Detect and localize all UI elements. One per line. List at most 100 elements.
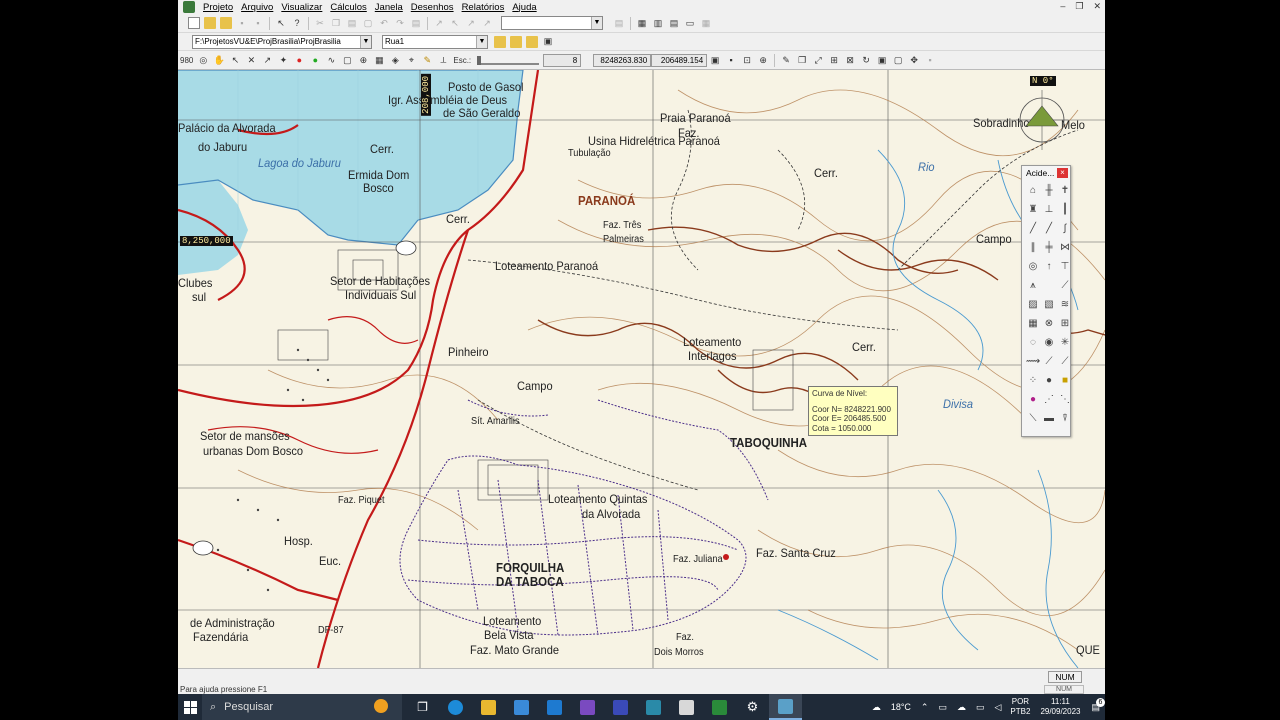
copy-icon[interactable]: ❐	[330, 17, 342, 29]
pick-icon[interactable]: ↖	[229, 54, 241, 66]
diagonal-icon[interactable]: ⟋	[1042, 354, 1056, 368]
ruler-icon[interactable]: ⟂	[437, 54, 449, 66]
tray-volume-icon[interactable]: ◁	[995, 702, 1002, 713]
tray-chevron-icon[interactable]: ⌃	[921, 702, 929, 713]
pencil-icon[interactable]: ✎	[421, 54, 433, 66]
layer-select[interactable]: Rua1 ▼	[382, 34, 488, 49]
circle-dash-icon[interactable]: ◌	[1026, 335, 1040, 349]
taskbar-vs-code[interactable]	[604, 694, 637, 720]
edit-tool-icon[interactable]: ↗	[465, 17, 477, 29]
chevron-down-icon[interactable]: ▼	[591, 17, 602, 29]
mark-icon[interactable]: ⟍	[1026, 411, 1040, 425]
move-icon[interactable]: ✥	[908, 54, 920, 66]
stripe-icon[interactable]: ▧	[1042, 297, 1056, 311]
save-view-icon[interactable]: ▣	[709, 54, 721, 66]
dotted-2-icon[interactable]: ⋱	[1058, 392, 1072, 406]
unlock-icon[interactable]: ▢	[892, 54, 904, 66]
save-all-icon[interactable]: ▪	[252, 17, 264, 29]
chevron-down-icon[interactable]: ▼	[360, 35, 371, 48]
notifications-button[interactable]: ▤ 6	[1091, 697, 1105, 713]
layer-list-icon[interactable]	[526, 35, 538, 48]
zigzag-icon[interactable]: ⟿	[1026, 354, 1040, 368]
tray-display-icon[interactable]: ▭	[938, 702, 947, 713]
clock[interactable]: 11:11 29/09/2023	[1040, 697, 1080, 717]
palette-close-icon[interactable]: ×	[1057, 168, 1068, 178]
asterisk-icon[interactable]: ✳	[1058, 335, 1072, 349]
select-area-icon[interactable]: ▢	[341, 54, 353, 66]
save-icon[interactable]: ▪	[236, 17, 248, 29]
magenta-dot-icon[interactable]: ●	[1026, 392, 1040, 406]
double-line-icon[interactable]: ∥	[1026, 240, 1040, 254]
menu-arquivo[interactable]: Arquivo	[237, 2, 277, 13]
new-file-icon[interactable]	[188, 17, 200, 29]
curve-line-icon[interactable]: ∫	[1058, 221, 1072, 235]
zoom-level-field[interactable]: 8	[543, 53, 582, 67]
window-icon[interactable]: ▭	[684, 17, 696, 29]
menu-projeto[interactable]: Projeto	[199, 2, 237, 13]
map-canvas[interactable]: Posto de Gasol Igr. Assembléia de Deus d…	[178, 70, 1105, 668]
redo-icon[interactable]: ↷	[394, 17, 406, 29]
taskbar-notepad[interactable]	[670, 694, 703, 720]
undo-icon[interactable]: ↶	[378, 17, 390, 29]
bridge-icon[interactable]: ⋈	[1058, 240, 1072, 254]
move-tool-icon[interactable]: ↗	[481, 17, 493, 29]
layer-properties-icon[interactable]	[510, 35, 522, 48]
slope-icon[interactable]: ⟋	[1058, 278, 1072, 292]
circle-dot-icon[interactable]: ◉	[1042, 335, 1056, 349]
open-folder-icon[interactable]	[204, 17, 216, 29]
task-view-button[interactable]: ❐	[406, 694, 439, 720]
node-icon[interactable]: ✕	[245, 54, 257, 66]
layer-folder-icon[interactable]	[494, 35, 506, 48]
close-icon[interactable]: ✕	[1093, 1, 1101, 12]
edit-object-icon[interactable]: ✎	[780, 54, 792, 66]
grid-icon[interactable]: ▦	[373, 54, 385, 66]
open-project-icon[interactable]	[220, 17, 232, 29]
taskbar-app-teal[interactable]	[637, 694, 670, 720]
cross-hatch-icon[interactable]: ⊞	[1058, 316, 1072, 330]
extents-icon[interactable]: ⤢	[812, 54, 824, 66]
tray-network-icon[interactable]: ▭	[976, 702, 985, 713]
taskbar-edge[interactable]	[439, 694, 472, 720]
target-icon[interactable]: ◎	[1026, 259, 1040, 273]
pointer-help-icon[interactable]: ↖	[275, 17, 287, 29]
taskbar-gis-app[interactable]	[769, 694, 802, 720]
refresh-icon[interactable]: ↻	[860, 54, 872, 66]
zoom-icon[interactable]: ◎	[197, 54, 209, 66]
line-icon[interactable]: ╱	[1026, 221, 1040, 235]
menu-desenhos[interactable]: Desenhos	[407, 2, 458, 13]
circle-small-icon[interactable]: ●	[1042, 373, 1056, 387]
menu-visualizar[interactable]: Visualizar	[277, 2, 326, 13]
globe-icon[interactable]: ⊕	[357, 54, 369, 66]
grid-hatch-icon[interactable]: ▦	[1026, 316, 1040, 330]
blank-icon[interactable]	[1042, 278, 1056, 292]
draw-tool-icon[interactable]: ↗	[433, 17, 445, 29]
taskbar-settings[interactable]: ⚙	[736, 694, 769, 720]
menu-janela[interactable]: Janela	[371, 2, 407, 13]
zoom-in-icon[interactable]: ⊕	[757, 54, 769, 66]
curve-icon[interactable]: ∿	[325, 54, 337, 66]
rail-icon[interactable]: ╪	[1042, 240, 1056, 254]
yellow-square-icon[interactable]: ■	[1058, 373, 1072, 387]
zoom-window-icon[interactable]: ⊡	[741, 54, 753, 66]
fit-icon[interactable]: ⊞	[828, 54, 840, 66]
polyline-icon[interactable]: ↗	[261, 54, 273, 66]
save-map-icon[interactable]: ▪	[725, 54, 737, 66]
post-icon[interactable]: ┃	[1058, 202, 1072, 216]
pole-icon[interactable]: ⊤	[1058, 259, 1072, 273]
weather-icon[interactable]: ☁	[872, 702, 881, 713]
tray-cloud-icon[interactable]: ☁	[957, 702, 966, 713]
layers-icon[interactable]: ◈	[389, 54, 401, 66]
taskbar-search[interactable]: ⌕ Pesquisar	[202, 694, 402, 720]
copy-object-icon[interactable]: ❐	[796, 54, 808, 66]
church-icon[interactable]: ✝	[1058, 183, 1072, 197]
arrange-icon[interactable]: ▦	[700, 17, 712, 29]
pan-icon[interactable]: ✋	[213, 54, 225, 66]
hatch-icon[interactable]: ▨	[1026, 297, 1040, 311]
point-red-icon[interactable]: ●	[293, 54, 305, 66]
delete-icon[interactable]: ▢	[362, 17, 374, 29]
layer-lock-icon[interactable]: ▣	[542, 36, 554, 48]
minimize-icon[interactable]: –	[1060, 1, 1065, 12]
menu-calculos[interactable]: Cálculos	[326, 2, 370, 13]
fence-icon[interactable]: ╫	[1042, 183, 1056, 197]
project-path-select[interactable]: F:\ProjetosVU&E\ProjBrasilia\ProjBrasili…	[192, 34, 372, 49]
